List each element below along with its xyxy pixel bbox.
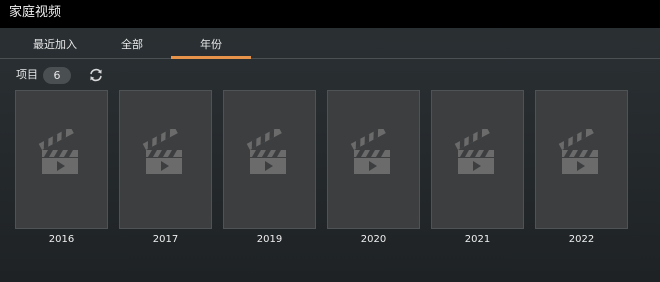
poster-placeholder <box>223 90 316 229</box>
year-card[interactable]: 2017 <box>119 90 212 246</box>
tab-recently-added[interactable]: 最近加入 <box>14 28 96 58</box>
refresh-icon[interactable] <box>88 67 104 83</box>
clapperboard-icon <box>558 129 598 174</box>
tab-all[interactable]: 全部 <box>93 28 171 58</box>
year-label: 2022 <box>568 234 595 245</box>
clapperboard-icon <box>350 129 390 174</box>
year-label: 2016 <box>48 234 75 245</box>
app-title: 家庭视频 <box>9 5 62 20</box>
clapperboard-icon <box>142 129 182 174</box>
year-card[interactable]: 2022 <box>535 90 628 246</box>
poster-placeholder <box>431 90 524 229</box>
poster-placeholder <box>15 90 108 229</box>
year-card[interactable]: 2019 <box>223 90 316 246</box>
items-label: 项目 <box>16 68 38 81</box>
poster-placeholder <box>119 90 212 229</box>
year-label: 2021 <box>464 234 491 245</box>
clapperboard-icon <box>454 129 494 174</box>
tab-years[interactable]: 年份 <box>171 28 251 59</box>
year-card[interactable]: 2021 <box>431 90 524 246</box>
poster-placeholder <box>327 90 420 229</box>
title-bar: 家庭视频 <box>0 0 660 28</box>
year-label: 2017 <box>152 234 179 245</box>
year-label: 2019 <box>256 234 283 245</box>
clapperboard-icon <box>246 129 286 174</box>
clapperboard-icon <box>38 129 78 174</box>
year-card[interactable]: 2016 <box>15 90 108 246</box>
items-count-badge: 6 <box>43 67 71 84</box>
year-label: 2020 <box>360 234 387 245</box>
year-card[interactable]: 2020 <box>327 90 420 246</box>
poster-placeholder <box>535 90 628 229</box>
tab-bar: 最近加入 全部 年份 <box>0 28 660 59</box>
